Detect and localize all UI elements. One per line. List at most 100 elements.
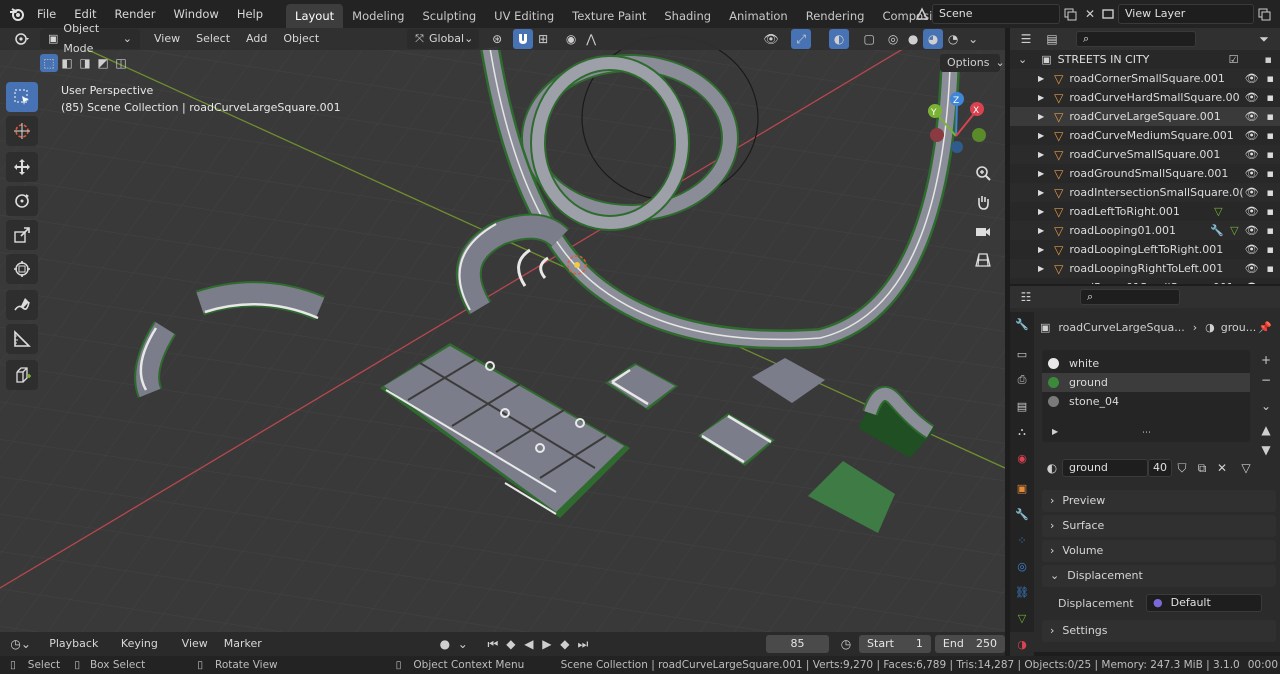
select-new-icon[interactable]: ⬚ xyxy=(40,54,58,72)
cursor-tool-icon[interactable] xyxy=(6,116,38,146)
remove-slot-button[interactable]: − xyxy=(1256,370,1276,390)
rendered-shading-icon[interactable]: ◔ xyxy=(943,29,963,49)
3d-viewport[interactable]: Z Y X xyxy=(0,28,1005,632)
displacement-socket-field[interactable]: ● Default xyxy=(1146,594,1262,612)
expand-triangle-icon[interactable]: ▶ xyxy=(1038,264,1044,273)
visibility-eye-icon[interactable]: 👁 xyxy=(1245,224,1259,237)
options-dropdown[interactable]: Options ⌄ xyxy=(940,54,1005,72)
properties-search-input[interactable]: ⌕ xyxy=(1080,289,1180,305)
render-camera-icon[interactable]: ▪ xyxy=(1267,281,1274,284)
outliner-row[interactable]: ▶ ▽ roadCurveSmallSquare.001 👁 ▪ xyxy=(1010,145,1280,164)
properties-editor-type-icon[interactable]: ☷ xyxy=(1016,287,1036,307)
chevron-down-icon[interactable]: ⌄ xyxy=(1018,53,1027,66)
outliner-row[interactable]: ▶ ▽ roadLoopingLeftToRight.001 👁 ▪ xyxy=(1010,240,1280,259)
panel-displacement[interactable]: ⌄ Displacement xyxy=(1042,565,1276,587)
expand-triangle-icon[interactable]: ▶ xyxy=(1038,207,1044,216)
render-camera-icon[interactable]: ▪ xyxy=(1267,205,1274,218)
menu-object[interactable]: Object xyxy=(275,29,327,49)
select-extend-icon[interactable]: ◧ xyxy=(58,54,76,72)
visibility-eye-icon[interactable]: 👁 xyxy=(1245,129,1259,142)
outliner-row[interactable]: ▶ ▽ roadLooping01.001 🔧 ▽ 👁 ▪ xyxy=(1010,221,1280,240)
transform-orientation-selector[interactable]: ⤧ Global ⌄ xyxy=(407,29,480,49)
timeline-editor-type-icon[interactable]: ◷⌄ xyxy=(8,634,33,654)
menu-add[interactable]: Add xyxy=(238,29,275,49)
render-camera-icon[interactable]: ▪ xyxy=(1267,148,1274,161)
fake-user-shield-icon[interactable]: ⛉ xyxy=(1172,458,1192,478)
panel-preview[interactable]: › Preview xyxy=(1042,490,1276,512)
perspective-toggle-icon[interactable] xyxy=(970,247,996,273)
panel-surface[interactable]: › Surface xyxy=(1042,515,1276,537)
expand-triangle-icon[interactable]: ▶ xyxy=(1052,427,1058,436)
keyframe-options-icon[interactable]: ⌄ xyxy=(454,634,472,654)
view-layer-tab-icon[interactable]: ▤ xyxy=(1010,394,1034,418)
visibility-eye-icon[interactable]: 👁 xyxy=(1245,186,1259,199)
move-tool-icon[interactable] xyxy=(6,152,38,182)
expand-triangle-icon[interactable]: ▶ xyxy=(1038,131,1044,140)
menu-view[interactable]: View xyxy=(146,29,188,49)
render-camera-icon[interactable]: ▪ xyxy=(1267,224,1274,237)
link-mode-icon[interactable]: ▽ xyxy=(1236,458,1256,478)
outliner-row[interactable]: ▶ ▽ roadLeftToRight.001 ▽ 👁 ▪ xyxy=(1010,202,1280,221)
tab-layout[interactable]: Layout xyxy=(286,4,344,28)
render-camera-icon[interactable]: ▪ xyxy=(1267,91,1274,104)
editor-type-icon[interactable] xyxy=(8,29,36,49)
expand-triangle-icon[interactable]: ▶ xyxy=(1038,150,1044,159)
xray-toggle-icon[interactable]: ▢ xyxy=(859,29,879,49)
select-invert-icon[interactable]: ◩ xyxy=(94,54,112,72)
render-tab-icon[interactable]: ▭ xyxy=(1010,342,1034,366)
measure-tool-icon[interactable] xyxy=(6,324,38,354)
outliner-row[interactable]: ▶ ▽ roadCurveLargeSquare.001 👁 ▪ xyxy=(1010,107,1280,126)
tab-uv-editing[interactable]: UV Editing xyxy=(485,4,563,28)
menu-timeline-view[interactable]: View xyxy=(174,634,216,654)
outliner-row[interactable]: ▶ ▽ roadCurveMediumSquare.001 👁 ▪ xyxy=(1010,126,1280,145)
unlink-material-icon[interactable]: ✕ xyxy=(1212,458,1232,478)
jump-end-icon[interactable]: ⏭ xyxy=(574,634,592,654)
render-camera-icon[interactable]: ▪ xyxy=(1267,72,1274,85)
zoom-icon[interactable] xyxy=(970,160,996,186)
tab-modeling[interactable]: Modeling xyxy=(343,4,413,28)
material-name-field[interactable]: ground xyxy=(1062,459,1148,477)
expand-triangle-icon[interactable]: ▶ xyxy=(1038,283,1044,284)
start-frame-field[interactable]: Start 1 xyxy=(859,635,931,653)
view-layer-icon[interactable] xyxy=(1098,4,1118,24)
shading-options-chevron-icon[interactable]: ⌄ xyxy=(963,29,983,49)
constraints-tab-icon[interactable]: ⛓ xyxy=(1010,580,1034,604)
move-slot-down-icon[interactable]: ▼ xyxy=(1256,440,1276,460)
snap-target-icon[interactable]: ⊞ xyxy=(533,29,553,49)
outliner-row[interactable]: ▶ ▽ roadRamp01SmallSquare.001👁 ▪ xyxy=(1010,278,1280,285)
particles-tab-icon[interactable]: ⁘ xyxy=(1010,528,1034,552)
scene-tab-icon[interactable]: ⛬ xyxy=(1010,420,1034,444)
prev-keyframe-icon[interactable]: ◆ xyxy=(502,634,520,654)
next-keyframe-icon[interactable]: ◆ xyxy=(556,634,574,654)
menu-help[interactable]: Help xyxy=(228,0,272,28)
outliner-row[interactable]: ▶ ▽ roadCurveHardSmallSquare.00 👁 ▪ xyxy=(1010,88,1280,107)
play-reverse-icon[interactable]: ◀ xyxy=(520,634,538,654)
object-tab-icon[interactable]: ▣ xyxy=(1010,476,1034,500)
viewport-scene[interactable] xyxy=(0,28,1005,632)
copy-view-layer-icon[interactable] xyxy=(1254,4,1274,24)
gizmo-toggle-icon[interactable]: ⤢ xyxy=(791,29,812,49)
preview-range-clock-icon[interactable]: ◷ xyxy=(837,634,855,654)
visibility-eye-icon[interactable]: 👁 xyxy=(1245,243,1259,256)
move-slot-up-icon[interactable]: ▲ xyxy=(1256,420,1276,440)
material-slot[interactable]: white xyxy=(1042,354,1250,373)
material-preview-shading-icon[interactable]: ◕ xyxy=(923,29,944,49)
expand-triangle-icon[interactable]: ▶ xyxy=(1038,226,1044,235)
expand-triangle-icon[interactable]: ▶ xyxy=(1038,169,1044,178)
visibility-eye-icon[interactable]: 👁 xyxy=(1245,205,1259,218)
expand-triangle-icon[interactable]: ▶ xyxy=(1038,188,1044,197)
visibility-eye-icon[interactable]: 👁 xyxy=(1245,91,1259,104)
wireframe-shading-icon[interactable]: ◎ xyxy=(883,29,903,49)
render-camera-icon[interactable]: ▪ xyxy=(1267,186,1274,199)
physics-tab-icon[interactable]: ◎ xyxy=(1010,554,1034,578)
outliner-row[interactable]: ▶ ▽ roadCornerSmallSquare.001 👁 ▪ xyxy=(1010,69,1280,88)
visibility-eye-icon[interactable]: 👁 xyxy=(1245,281,1259,284)
overlay-toggle-icon[interactable]: ◐ xyxy=(829,29,850,49)
expand-triangle-icon[interactable]: ▶ xyxy=(1038,74,1044,83)
render-camera-icon[interactable]: ▪ xyxy=(1267,243,1274,256)
menu-file[interactable]: File xyxy=(28,0,65,28)
scale-tool-icon[interactable] xyxy=(6,220,38,250)
modifier-tab-icon[interactable]: 🔧 xyxy=(1010,502,1034,526)
render-camera-icon[interactable]: ▪ xyxy=(1267,110,1274,123)
close-scene-icon[interactable]: ✕ xyxy=(1080,4,1100,24)
